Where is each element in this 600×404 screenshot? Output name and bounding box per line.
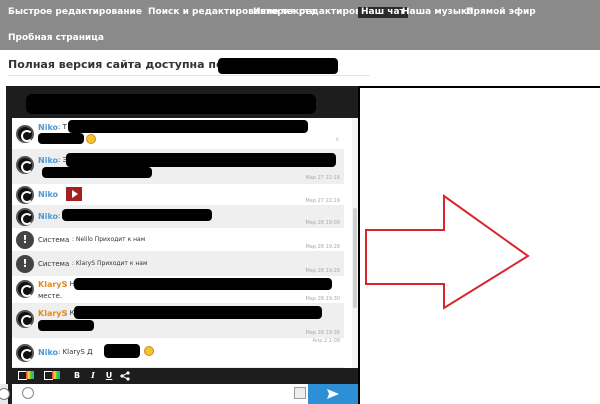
redacted-text [38,133,84,144]
right-arrow-drawing [365,194,530,310]
redacted-text [74,306,322,319]
smiley-icon [144,346,154,356]
smiley-icon [86,134,96,144]
delete-icon[interactable]: x [335,136,339,143]
list-item: KlaryS : Н месте. Мар 28 19:30 [12,276,344,304]
message-input[interactable] [38,386,290,402]
smiley-icon[interactable] [22,387,34,399]
nick-label[interactable]: Niko [38,348,58,357]
background-color-icon[interactable] [52,371,60,379]
color-palette-icon[interactable] [26,371,34,379]
system-alert-icon: ! [16,231,34,249]
message-text: : [58,212,61,220]
nav-item-our-music[interactable]: Наша музыка [402,7,473,18]
bold-button[interactable]: B [72,370,82,381]
message-timestamp: Мар 28 19:30 [305,296,340,302]
system-label: Система [38,260,70,268]
user-avatar[interactable] [16,208,34,226]
paper-plane-icon [327,389,339,399]
nick-label[interactable]: KlaryS [38,309,67,318]
redacted-url [218,58,338,74]
list-item: Niko : Мар 28 19:09 [12,206,344,228]
system-label: Система [38,236,70,244]
redacted-text [74,278,332,290]
system-alert-icon: ! [16,255,34,273]
user-avatar[interactable] [16,186,34,204]
message-timestamp: Мар 28 19:36 [305,330,340,336]
message-text: месте. [38,292,63,300]
message-text: : Nelilo Приходит к нам [72,236,146,243]
message-text: : T [58,123,67,131]
redacted-chat-header [26,94,316,114]
message-timestamp: Мар 28 19:26 [305,244,340,250]
nick-label[interactable]: Niko [38,190,58,199]
redacted-text [68,120,308,133]
nav-item-quick-edit[interactable]: Быстрое редактирование [8,7,142,18]
message-timestamp: Мар 27 22:18 [305,175,340,181]
list-item: Niko Мар 27 22:19 [12,184,344,206]
user-avatar[interactable] [16,310,34,328]
list-item: Niko : KlaryS Д Апр 2 2:08 [12,338,344,368]
youtube-video-icon[interactable] [66,187,82,201]
message-input-row [12,384,358,404]
top-navigation: Быстрое редактирование Поиск и редактиро… [0,0,600,50]
user-avatar[interactable] [16,125,34,143]
nick-label[interactable]: Niko [38,156,58,165]
nav-item-test-page[interactable]: Пробная страница [8,33,104,44]
message-timestamp: Мар 28 19:09 [305,220,340,226]
user-avatar[interactable] [16,156,34,174]
list-item: KlaryS : К Мар 28 19:36 [12,304,344,338]
share-icon[interactable] [120,371,130,381]
list-item: Niko : Э Мар 27 22:18 [12,150,344,184]
redacted-text [38,320,94,331]
message-timestamp: Мар 28 19:29 [305,268,340,274]
redacted-text [104,344,140,358]
message-timestamp: Апр 2 2:08 [312,338,340,344]
user-avatar[interactable] [16,344,34,362]
nav-item-our-chat[interactable]: Наш чат [358,7,408,18]
redacted-text [66,153,336,167]
drawing-canvas[interactable] [358,86,600,404]
send-button[interactable] [308,384,358,404]
italic-button[interactable]: I [88,370,98,381]
list-item: ! Система : KlaryS Приходит к нам Мар 28… [12,252,344,276]
message-timestamp: Мар 27 22:19 [305,198,340,204]
message-list: Niko : T x Niko : Э Мар 27 22:18 Niko Ма… [12,118,352,368]
image-icon[interactable] [294,387,306,399]
redacted-text [42,167,152,178]
underline-button[interactable]: U [104,370,114,381]
message-text: : KlaryS Д [58,348,93,356]
formatting-toolbar: B I U [12,368,352,384]
heading-divider [8,75,370,76]
list-item: ! Система : Nelilo Приходит к нам Мар 28… [12,228,344,252]
user-avatar[interactable] [16,280,34,298]
nick-label[interactable]: Niko [38,212,58,221]
nav-item-live[interactable]: Прямой эфир [466,7,536,18]
nick-label[interactable]: KlaryS [38,280,67,289]
list-item: Niko : T x [12,118,344,150]
redacted-text [62,209,212,221]
nick-label[interactable]: Niko [38,123,58,132]
chat-widget: Niko : T x Niko : Э Мар 27 22:18 Niko Ма… [6,86,358,404]
message-text: : KlaryS Приходит к нам [72,260,148,267]
scrollbar-thumb[interactable] [353,208,357,308]
